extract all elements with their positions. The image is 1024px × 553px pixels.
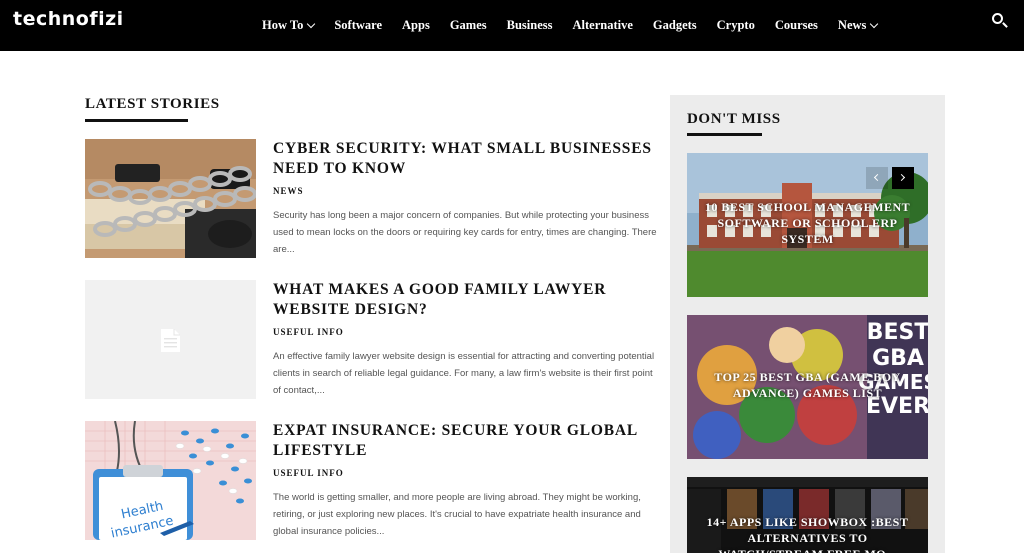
post-excerpt: The world is getting smaller, and more p… <box>273 492 641 537</box>
post-title[interactable]: WHAT MAKES A GOOD FAMILY LAWYER WEBSITE … <box>273 280 658 320</box>
post-category[interactable]: NEWS <box>273 186 304 196</box>
search-icon-ring <box>992 13 1003 24</box>
dont-miss-card[interactable]: BEST GBA GAMES EVER TOP 25 BEST GBA (GAM… <box>687 315 928 459</box>
nav-item-crypto[interactable]: Crypto <box>717 18 755 33</box>
post-title[interactable]: EXPAT INSURANCE: SECURE YOUR GLOBAL LIFE… <box>273 421 658 461</box>
image-text-gba: GBA <box>872 346 924 371</box>
nav-item-news[interactable]: News <box>837 18 879 33</box>
nav-item-software[interactable]: Software <box>334 18 382 33</box>
card-title: TOP 25 BEST GBA (GAME BOY ADVANCE) GAMES… <box>714 370 901 400</box>
post-item: WHAT MAKES A GOOD FAMILY LAWYER WEBSITE … <box>85 280 660 405</box>
nav-item-how-to[interactable]: How To <box>262 18 316 33</box>
nav-label: Apps <box>402 18 430 32</box>
search-icon-handle <box>1002 22 1008 28</box>
nav-label: Games <box>449 18 487 32</box>
nav-label: How To <box>262 18 304 32</box>
document-placeholder-icon <box>161 329 180 352</box>
chevron-down-icon <box>870 19 879 29</box>
card-title: 14+ APPS LIKE SHOWBOX :BEST ALTERNATIVES… <box>706 515 909 553</box>
post-category[interactable]: USEFUL INFO <box>273 327 344 337</box>
post-excerpt: An effective family lawyer website desig… <box>273 351 655 396</box>
chevron-left-icon <box>873 173 882 182</box>
post-thumbnail-placeholder[interactable] <box>85 280 256 399</box>
nav-label: Software <box>334 18 383 32</box>
nav-label: Business <box>506 18 553 32</box>
post-item: CYBER SECURITY: WHAT SMALL BUSINESSES NE… <box>85 139 660 264</box>
nav-label: News <box>837 18 867 32</box>
heading-underline <box>85 119 188 122</box>
chevron-right-icon <box>897 173 906 182</box>
chained-laptop-image <box>85 139 256 258</box>
nav-label: Crypto <box>716 18 755 32</box>
nav-label: Courses <box>774 18 818 32</box>
nav-item-games[interactable]: Games <box>450 18 487 33</box>
nav-item-alternative[interactable]: Alternative <box>573 18 633 33</box>
nav-item-business[interactable]: Business <box>507 18 553 33</box>
post-excerpt: Security has long been a major concern o… <box>273 210 657 255</box>
top-navbar: technofizi How To Software Apps Games Bu… <box>0 0 1024 51</box>
latest-stories-heading: LATEST STORIES <box>85 96 220 112</box>
chevron-down-icon <box>307 19 316 29</box>
slider-next-button[interactable] <box>892 167 914 189</box>
search-icon[interactable] <box>990 11 1010 31</box>
main-nav: How To Software Apps Games Business Alte… <box>262 0 897 51</box>
dont-miss-card[interactable]: 14+ APPS LIKE SHOWBOX :BEST ALTERNATIVES… <box>687 477 928 553</box>
site-logo[interactable]: technofizi <box>13 8 124 30</box>
card-title: 10 BEST SCHOOL MANAGEMENT SOFTWARE OR SC… <box>704 200 911 246</box>
post-thumbnail[interactable] <box>85 139 256 258</box>
heading-underline <box>687 133 762 136</box>
post-thumbnail[interactable]: Health insurance <box>85 421 256 540</box>
post-item: Health insurance EXPAT INSURANCE: SECURE… <box>85 421 660 546</box>
post-title[interactable]: CYBER SECURITY: WHAT SMALL BUSINESSES NE… <box>273 139 658 179</box>
nav-item-apps[interactable]: Apps <box>402 18 430 33</box>
slider-prev-button[interactable] <box>866 167 888 189</box>
dont-miss-heading: DON'T MISS <box>687 111 781 127</box>
health-insurance-image: Health insurance <box>85 421 256 540</box>
nav-item-courses[interactable]: Courses <box>775 18 818 33</box>
nav-label: Gadgets <box>652 18 697 32</box>
nav-item-gadgets[interactable]: Gadgets <box>653 18 697 33</box>
post-category[interactable]: USEFUL INFO <box>273 468 344 478</box>
nav-label: Alternative <box>572 18 633 32</box>
image-text-best: BEST <box>867 320 928 345</box>
